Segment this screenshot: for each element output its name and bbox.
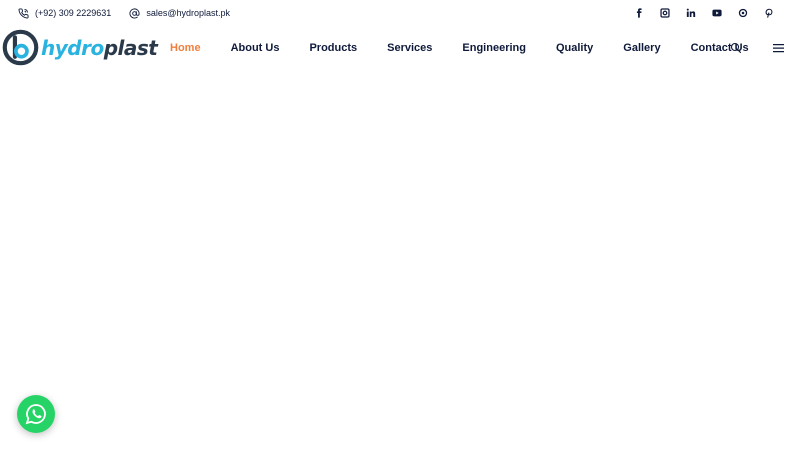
site-logo[interactable]: hydroplast [2,29,158,66]
nav-item-gallery[interactable]: Gallery [623,42,660,54]
search-button[interactable] [728,40,744,56]
top-bar: (+92) 309 2229631 sales@hydroplast.pk [0,0,800,26]
logo-text: hydroplast [41,35,158,60]
email-address: sales@hydroplast.pk [146,8,231,18]
phone-contact[interactable]: (+92) 309 2229631 [18,7,112,19]
facebook-icon[interactable] [626,3,652,23]
whatsapp-icon [25,404,46,425]
phone-number: (+92) 309 2229631 [35,8,112,18]
nav-item-services[interactable]: Services [387,42,432,54]
main-header: hydroplast Home About Us Products Servic… [0,26,800,70]
linkedin-icon[interactable] [678,3,704,23]
search-icon [730,42,742,54]
hamburger-icon [772,44,784,53]
nav-item-quality[interactable]: Quality [556,42,593,54]
nav-item-engineering[interactable]: Engineering [462,42,526,54]
logo-text-part1: hydro [41,35,104,60]
aperture-icon[interactable] [730,3,756,23]
menu-button[interactable] [770,40,786,56]
nav-item-products[interactable]: Products [309,42,357,54]
youtube-icon[interactable] [704,3,730,23]
main-nav: Home About Us Products Services Engineer… [170,26,749,70]
email-contact[interactable]: sales@hydroplast.pk [129,7,231,19]
whatsapp-chat-button[interactable] [17,395,55,433]
logo-text-part2: plast [103,35,158,60]
nav-item-home[interactable]: Home [170,42,201,54]
instagram-icon[interactable] [652,3,678,23]
social-links [626,3,782,23]
page: (+92) 309 2229631 sales@hydroplast.pk hy… [0,0,800,450]
pinterest-icon[interactable] [756,3,782,23]
logo-mark-icon [2,29,39,66]
nav-item-about-us[interactable]: About Us [231,42,280,54]
phone-icon [18,7,29,19]
contact-info: (+92) 309 2229631 sales@hydroplast.pk [18,7,248,19]
at-sign-icon [129,7,140,19]
